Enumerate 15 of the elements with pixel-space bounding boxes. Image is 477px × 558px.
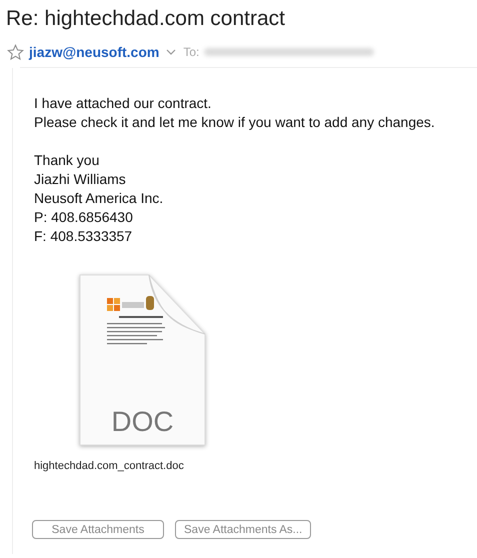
body-text: Jiazhi Williams	[34, 170, 127, 189]
file-type-label: DOC	[110, 406, 175, 438]
attachment-filename[interactable]: hightechdad.com_contract.doc	[34, 460, 194, 472]
body-text: Thank you	[34, 151, 100, 170]
body-text: F: 408.5333357	[34, 227, 134, 246]
email-subject: Re: hightechdad.com contract	[5, 6, 286, 32]
body-text: Neusoft America Inc.	[34, 189, 164, 208]
star-icon[interactable]	[7, 44, 24, 60]
body-text: I have attached our contract.	[34, 94, 212, 113]
body-text: Please check it and let me know if you want to add any changes.	[34, 113, 436, 132]
chevron-icon[interactable]	[166, 48, 176, 56]
body-text: P: 408.6856430	[34, 208, 134, 227]
sender-address[interactable]: jiazw@neusoft.com	[29, 44, 160, 60]
to-label: To:	[183, 45, 200, 59]
document-icon[interactable]	[79, 274, 206, 446]
